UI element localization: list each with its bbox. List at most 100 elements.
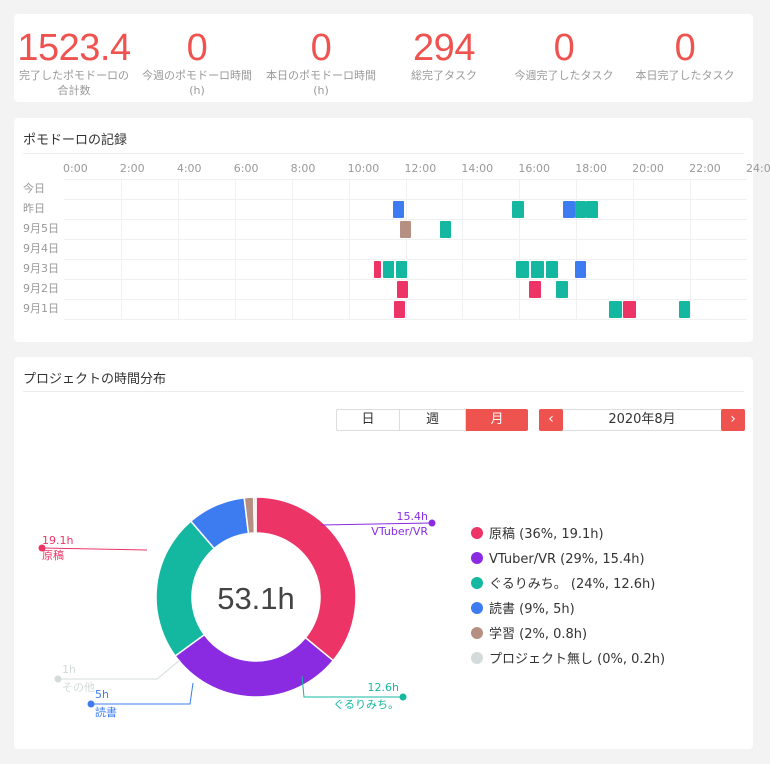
period-label: 2020年8月 (608, 412, 676, 427)
callout-value: 5h (95, 688, 109, 701)
day-label: 今日 (23, 182, 45, 195)
stat-label: 完了したポモドーロの合計数 (19, 69, 129, 97)
pomodoro-block (563, 201, 575, 218)
tab-month[interactable]: 月 (466, 409, 528, 431)
legend-item[interactable]: VTuber/VR (29%, 15.4h) (471, 552, 645, 568)
callout-line (58, 659, 181, 680)
hour-label: 6:00 (233, 162, 259, 175)
slice-原稿 (255, 496, 357, 662)
grid-line (405, 179, 407, 319)
hour-label: 10:00 (347, 162, 380, 175)
callout-value: 19.1h (42, 534, 73, 547)
pomodoro-block (608, 301, 622, 318)
hour-label: 22:00 (689, 162, 721, 175)
day-label: 9月3日 (23, 262, 59, 275)
stat-label: 今週完了したタスク (514, 69, 614, 82)
stat-total-tasks: 294 総完了タスク (384, 28, 504, 83)
grid-line (291, 179, 293, 319)
stat-value: 0 (186, 27, 208, 69)
stat-value: 1523.4 (17, 27, 131, 69)
hour-label: 12:00 (404, 162, 437, 175)
callout-dot (54, 675, 62, 683)
divider (23, 153, 744, 154)
legend-swatch (471, 627, 483, 639)
legend-swatch (471, 602, 483, 614)
stats-card: 1523.4 完了したポモドーロの合計数 0 今週のポモドーロ時間 (h) 0 … (14, 14, 753, 102)
records-title: ポモドーロの記録 (23, 133, 128, 148)
stat-label: 本日のポモドーロ時間 (h) (266, 69, 376, 97)
pomodoro-block (396, 281, 409, 298)
hour-label: 8:00 (290, 162, 316, 175)
pomodoro-block (556, 281, 568, 298)
pomodoro-block (529, 281, 541, 298)
legend-swatch (471, 652, 483, 664)
stat-value: 294 (413, 27, 475, 69)
callout-dot (399, 693, 407, 701)
hour-label: 4:00 (176, 162, 202, 175)
legend-label: 原稿 (36%, 19.1h) (489, 527, 604, 542)
chevron-right-icon: › (730, 411, 736, 427)
day-label: 昨日 (23, 202, 45, 215)
prev-period-button[interactable]: ‹ (539, 409, 563, 431)
grid-line (576, 179, 578, 319)
callout-value: 15.4h (397, 510, 428, 523)
grid-line (633, 179, 635, 319)
legend-swatch (471, 552, 483, 564)
pomodoro-block (439, 221, 452, 238)
grid-line (64, 259, 747, 260)
stat-label: 総完了タスク (411, 69, 477, 82)
grid-line (64, 179, 747, 180)
project-distribution-card: プロジェクトの時間分布 日 週 月 ‹ 2020年8月 › 53.1h 19.1h… (14, 357, 753, 749)
grid-line (64, 299, 747, 300)
legend-item[interactable]: ぐるりみち。 (24%, 12.6h) (471, 577, 655, 593)
legend-item[interactable]: 読書 (9%, 5h) (471, 602, 575, 618)
grid-line (234, 179, 236, 319)
callout-name: その他 (62, 681, 95, 694)
total-hours: 53.1h (217, 581, 295, 616)
stat-label: 本日完了したタスク (635, 69, 735, 82)
legend-label: 読書 (9%, 5h) (489, 602, 575, 617)
day-label: 9月5日 (23, 222, 59, 235)
legend-item[interactable]: 原稿 (36%, 19.1h) (471, 527, 604, 543)
hour-label: 0:00 (63, 162, 88, 175)
legend-item[interactable]: プロジェクト無し (0%, 0.2h) (471, 652, 665, 668)
grid-line (64, 319, 747, 320)
stat-today-tasks: 0 本日完了したタスク (625, 28, 745, 83)
pomodoro-block (512, 201, 524, 218)
callout-name: VTuber/VR (371, 525, 428, 538)
callout-dot (428, 519, 436, 527)
day-label: 9月1日 (23, 302, 59, 315)
hour-label: 2:00 (119, 162, 145, 175)
legend-label: VTuber/VR (29%, 15.4h) (489, 552, 645, 567)
chevron-left-icon: ‹ (548, 411, 554, 427)
callout-name: 原稿 (42, 548, 64, 562)
callout-name: ぐるりみち。 (333, 698, 399, 711)
stat-week-hours: 0 今週のポモドーロ時間 (h) (137, 28, 257, 98)
pomodoro-block (399, 221, 412, 238)
day-label: 9月2日 (23, 282, 59, 295)
hour-label: 20:00 (632, 162, 664, 175)
grid-line (519, 179, 521, 319)
legend-swatch (471, 527, 483, 539)
pomodoro-block (530, 261, 544, 278)
pomodoro-block (574, 201, 587, 218)
pomodoro-block (623, 301, 636, 318)
pomodoro-block (394, 301, 406, 318)
pomodoro-block (678, 301, 691, 318)
grid-line (462, 179, 464, 319)
pomodoro-block (374, 261, 382, 278)
grid-line (64, 199, 747, 200)
grid-line (177, 179, 179, 319)
pomodoro-block (382, 261, 395, 278)
day-label: 9月4日 (23, 242, 59, 255)
hour-label: 24:00 (746, 162, 770, 175)
legend-label: プロジェクト無し (0%, 0.2h) (489, 652, 666, 667)
stat-value: 0 (310, 27, 332, 69)
pomodoro-block (392, 201, 405, 218)
stat-week-tasks: 0 今週完了したタスク (504, 28, 624, 83)
legend-item[interactable]: 学習 (2%, 0.8h) (471, 627, 587, 643)
next-period-button[interactable]: › (721, 409, 745, 431)
callout-value: 12.6h (368, 681, 399, 694)
grid-line (64, 279, 747, 280)
callout-dot (87, 700, 95, 708)
